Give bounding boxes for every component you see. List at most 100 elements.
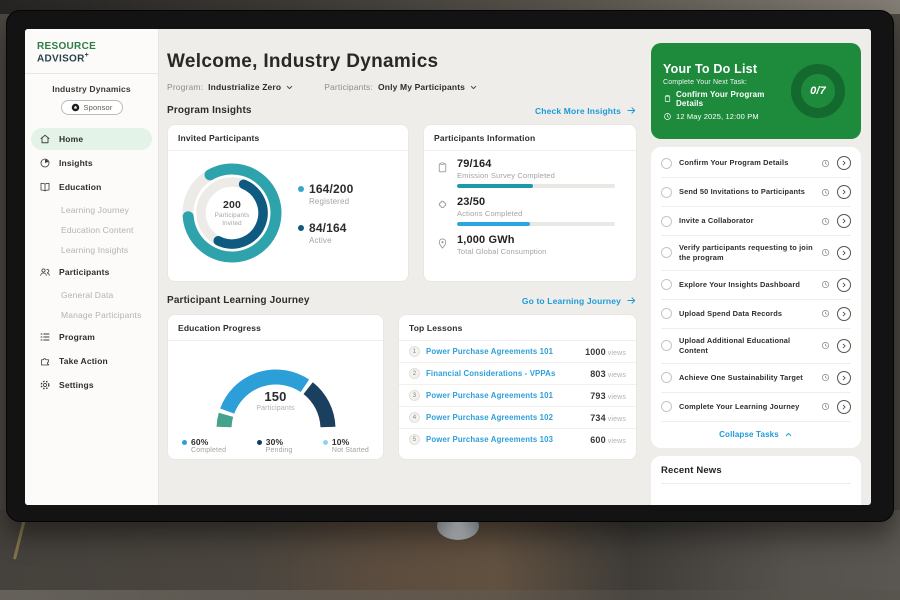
education-icon: [39, 181, 51, 193]
stat-progress-bar: [457, 222, 615, 226]
sidebar-item-home[interactable]: Home: [31, 128, 152, 150]
sidebar-item-participants[interactable]: Participants: [31, 261, 152, 283]
task-label: Upload Spend Data Records: [679, 309, 814, 319]
task-open-button[interactable]: [837, 246, 851, 260]
top-lessons-list: 1Power Purchase Agreements 1011000views2…: [399, 341, 636, 450]
dashboard-screen: RESOURCE ADVISOR+ Industry Dynamics Spon…: [25, 29, 871, 505]
actions-icon: [436, 196, 449, 226]
task-checkbox[interactable]: [661, 401, 672, 412]
legend-label: Pending: [266, 447, 293, 454]
logo-advisor: ADVISOR: [37, 53, 85, 64]
education-progress-title: Education Progress: [168, 315, 383, 341]
task-label: Upload Additional Educational Content: [679, 336, 814, 356]
sidebar-item-take-action[interactable]: Take Action: [31, 350, 152, 372]
program-filter-label: Program:: [167, 82, 203, 92]
sidebar-item-label: Education Content: [61, 225, 134, 235]
clock-icon: [821, 248, 830, 257]
task-checkbox[interactable]: [661, 308, 672, 319]
task-open-button[interactable]: [837, 371, 851, 385]
sidebar-item-learning-insights[interactable]: Learning Insights: [31, 240, 152, 259]
clock-icon: [821, 309, 830, 318]
sidebar-item-education-content[interactable]: Education Content: [31, 220, 152, 239]
sidebar-item-education[interactable]: Education: [31, 176, 152, 198]
invited-participants-card: Invited Participants 200 Participants In…: [167, 124, 409, 282]
divider: [25, 73, 158, 74]
todo-subtitle: Complete Your Next Task:: [663, 79, 787, 86]
sidebar-item-insights[interactable]: Insights: [31, 152, 152, 174]
sidebar-item-label: Settings: [59, 380, 94, 390]
lesson-title-link[interactable]: Power Purchase Agreements 101: [426, 347, 579, 356]
survey-icon: [436, 158, 449, 188]
donut-legend: 164/200Registered84/164Active: [298, 182, 353, 245]
top-lessons-card: Top Lessons 1Power Purchase Agreements 1…: [398, 314, 637, 460]
chevron-down-icon: [469, 83, 478, 92]
filter-bar: Program: Industrialize Zero Participants…: [167, 82, 637, 92]
page-title: Welcome, Industry Dynamics: [167, 51, 637, 73]
donut-center-label: Participants Invited: [208, 212, 256, 228]
sidebar-item-manage-participants[interactable]: Manage Participants: [31, 305, 152, 324]
task-open-button[interactable]: [837, 214, 851, 228]
education-progress-card: Education Progress 150 Participants 60%C…: [167, 314, 384, 460]
program-filter-value: Industrialize Zero: [208, 82, 281, 92]
collapse-tasks-link[interactable]: Collapse Tasks: [661, 422, 851, 448]
donut-legend-item-active: 84/164Active: [298, 221, 353, 245]
task-open-button[interactable]: [837, 400, 851, 414]
task-list: Confirm Your Program DetailsSend 50 Invi…: [661, 149, 851, 422]
task-open-button[interactable]: [837, 278, 851, 292]
logo-resource: RESOURCE: [37, 41, 96, 52]
sidebar-item-general-data[interactable]: General Data: [31, 285, 152, 304]
check-more-insights-link[interactable]: Check More Insights: [535, 105, 637, 116]
legend-percent: 30%: [266, 437, 283, 447]
clock-icon: [821, 402, 830, 411]
go-to-learning-journey-link[interactable]: Go to Learning Journey: [522, 295, 637, 306]
task-checkbox[interactable]: [661, 372, 672, 383]
lesson-title-link[interactable]: Power Purchase Agreements 102: [426, 413, 584, 422]
lesson-row: 3Power Purchase Agreements 101793views: [399, 385, 636, 407]
task-row-complete-your-learning-journey: Complete Your Learning Journey: [661, 393, 851, 422]
sidebar-item-label: Learning Insights: [61, 245, 128, 255]
app-logo: RESOURCE ADVISOR+: [25, 41, 158, 64]
sidebar-item-label: Program: [59, 332, 95, 342]
legend-dot: [298, 225, 304, 231]
task-checkbox[interactable]: [661, 187, 672, 198]
legend-label: Completed: [191, 447, 226, 454]
top-lessons-title: Top Lessons: [399, 315, 636, 341]
participants-information-card: Participants Information 79/164Emission …: [423, 124, 637, 282]
sidebar-nav: HomeInsightsEducation Learning Journey Edu…: [25, 128, 158, 396]
program-filter-select[interactable]: Industrialize Zero: [208, 82, 294, 92]
task-open-button[interactable]: [837, 339, 851, 353]
gauge-legend-item-completed: 60%Completed: [182, 437, 226, 454]
learning-journey-heading: Participant Learning Journey: [167, 295, 310, 306]
sidebar: RESOURCE ADVISOR+ Industry Dynamics Spon…: [25, 29, 159, 505]
task-checkbox[interactable]: [661, 340, 672, 351]
lesson-title-link[interactable]: Power Purchase Agreements 101: [426, 391, 584, 400]
task-label: Verify participants requesting to join t…: [679, 243, 814, 263]
todo-next-task: Confirm Your Program Details: [676, 90, 787, 108]
legend-dot: [257, 440, 262, 445]
task-checkbox[interactable]: [661, 158, 672, 169]
lesson-title-link[interactable]: Financial Considerations - VPPAs: [426, 369, 584, 378]
task-checkbox[interactable]: [661, 279, 672, 290]
clock-icon: [821, 341, 830, 350]
sidebar-item-learning-journey[interactable]: Learning Journey: [31, 200, 152, 219]
sidebar-item-settings[interactable]: Settings: [31, 374, 152, 396]
clock-icon: [821, 159, 830, 168]
participants-filter-select[interactable]: Only My Participants: [378, 82, 478, 92]
task-open-button[interactable]: [837, 307, 851, 321]
stat-emission-survey-completed: 79/164Emission Survey Completed: [436, 158, 624, 188]
task-checkbox[interactable]: [661, 247, 672, 258]
main-content: Welcome, Industry Dynamics Program: Indu…: [167, 41, 637, 505]
task-open-button[interactable]: [837, 185, 851, 199]
stat-value: 79/164: [457, 158, 624, 170]
task-open-button[interactable]: [837, 156, 851, 170]
arrow-right-icon: [626, 295, 637, 306]
logo-plus: +: [85, 52, 89, 59]
task-checkbox[interactable]: [661, 216, 672, 227]
lesson-title-link[interactable]: Power Purchase Agreements 103: [426, 435, 584, 444]
sidebar-item-program[interactable]: Program: [31, 326, 152, 348]
lesson-views: 803: [590, 369, 605, 379]
task-label: Confirm Your Program Details: [679, 158, 814, 168]
sidebar-item-label: Take Action: [59, 356, 108, 366]
lesson-row: 1Power Purchase Agreements 1011000views: [399, 341, 636, 363]
lesson-rank: 3: [409, 390, 420, 401]
